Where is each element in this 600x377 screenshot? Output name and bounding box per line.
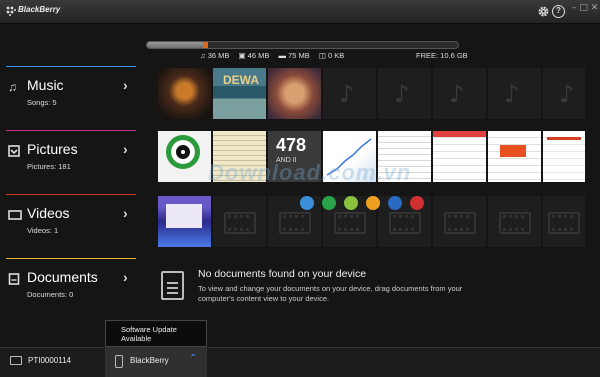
chevron-right-icon: › <box>123 205 128 221</box>
storage-legend: ♫ 36 MB ▣ 46 MB ▬ 75 MB ◫ 0 KB <box>200 51 351 60</box>
video-placeholder-tile <box>488 196 541 247</box>
close-icon[interactable]: ✕ <box>591 3 599 13</box>
video-icon <box>8 210 22 220</box>
nav-videos-label: Videos <box>27 205 70 221</box>
music-note-icon: ♫ <box>8 80 17 94</box>
documents-empty-description: To view and change your documents on you… <box>198 284 463 303</box>
chevron-right-icon: › <box>123 269 128 285</box>
picture-thumbnail[interactable] <box>543 131 585 182</box>
music-note-icon: ♪ <box>394 80 410 108</box>
nav-videos-count: Videos: 1 <box>27 226 59 235</box>
picture-icon <box>8 145 20 157</box>
film-icon <box>444 212 476 234</box>
video-placeholder-tile <box>433 196 486 247</box>
nav-documents[interactable]: Documents Documents: 0 › <box>0 258 143 320</box>
nav-music-count: Songs: 5 <box>27 98 57 107</box>
picture-thumbnail[interactable] <box>433 131 486 182</box>
film-icon <box>279 212 311 234</box>
document-icon <box>161 271 184 300</box>
music-placeholder-tile: ♪ <box>378 68 431 119</box>
music-placeholder-tile: ♪ <box>433 68 486 119</box>
film-icon <box>334 212 366 234</box>
software-update-text: Software Update Available <box>121 325 177 343</box>
nav-videos[interactable]: Videos Videos: 1 › <box>0 194 143 256</box>
album-art-tile[interactable]: DEWA <box>213 68 266 119</box>
watermark-dot <box>344 196 358 210</box>
nav-accent <box>6 66 136 67</box>
title-bar: BlackBerry ? – □ ✕ <box>0 0 600 24</box>
watermark-dot <box>366 196 380 210</box>
video-placeholder-tile <box>213 196 266 247</box>
storage-music-size: ♫ 36 MB <box>200 51 230 60</box>
picture-thumbnail[interactable] <box>488 131 541 182</box>
picture-thumbnail[interactable] <box>158 131 211 182</box>
storage-bar <box>146 41 459 49</box>
blackberry-logo-icon <box>6 6 16 16</box>
nav-documents-count: Documents: 0 <box>27 290 74 299</box>
watermark-dot <box>300 196 314 210</box>
storage-music-segment <box>202 42 208 48</box>
music-note-icon: ♪ <box>339 80 355 108</box>
video-thumbnail[interactable] <box>158 196 211 247</box>
album-art-tile[interactable] <box>158 68 211 119</box>
chevron-right-icon: › <box>123 77 128 93</box>
app-title: BlackBerry <box>18 5 61 14</box>
nav-accent <box>6 194 136 195</box>
storage-used-fill <box>147 42 207 48</box>
storage-videos-size: ▬ 75 MB <box>278 51 310 60</box>
watermark-dots <box>300 196 424 210</box>
video-placeholder-tile <box>543 196 585 247</box>
device-name: BlackBerry <box>130 356 169 365</box>
nav-music-label: Music <box>27 77 64 93</box>
music-note-icon: ♪ <box>559 80 575 108</box>
maximize-icon[interactable]: □ <box>579 3 588 13</box>
watermark-text: Download.com.vn <box>208 160 412 185</box>
nav-pictures-label: Pictures <box>27 141 78 157</box>
computer-icon <box>10 356 22 365</box>
minimize-icon[interactable]: – <box>572 3 577 13</box>
watermark-dot <box>322 196 336 210</box>
nav-documents-label: Documents <box>27 269 98 285</box>
device-tab[interactable]: BlackBerry ˆ <box>105 348 207 377</box>
nav-accent <box>6 130 136 131</box>
film-icon <box>499 212 531 234</box>
music-note-icon: ♪ <box>504 80 520 108</box>
film-icon <box>548 212 580 234</box>
film-icon <box>224 212 256 234</box>
chevron-up-icon[interactable]: ˆ <box>191 352 195 366</box>
help-button[interactable]: ? <box>552 5 565 18</box>
music-placeholder-tile: ♪ <box>543 68 585 119</box>
film-icon <box>389 212 421 234</box>
storage-documents-size: ◫ 0 KB <box>318 51 345 60</box>
album-art-tile[interactable] <box>268 68 321 119</box>
nav-pictures[interactable]: Pictures Pictures: 181 › <box>0 130 143 192</box>
music-note-icon: ♪ <box>449 80 465 108</box>
software-update-popup[interactable]: Software Update Available <box>105 320 207 347</box>
free-space: FREE: 10.6 GB <box>416 51 468 60</box>
nav-music[interactable]: ♫ Music Songs: 5 › <box>0 66 143 128</box>
window-controls: – □ ✕ <box>572 3 598 13</box>
music-placeholder-tile: ♪ <box>323 68 376 119</box>
music-placeholder-tile: ♪ <box>488 68 541 119</box>
watermark-dot <box>388 196 402 210</box>
watermark-dot <box>410 196 424 210</box>
chevron-right-icon: › <box>123 141 128 157</box>
status-bar: PTI0000114 BlackBerry ˆ <box>0 347 600 377</box>
gear-icon[interactable] <box>537 5 550 18</box>
nav-accent <box>6 258 136 259</box>
storage-pictures-size: ▣ 46 MB <box>238 51 270 60</box>
phone-icon <box>115 355 123 368</box>
document-icon <box>8 273 20 285</box>
computer-name[interactable]: PTI0000114 <box>28 356 71 365</box>
nav-pictures-count: Pictures: 181 <box>27 162 71 171</box>
documents-empty-title: No documents found on your device <box>198 268 367 280</box>
